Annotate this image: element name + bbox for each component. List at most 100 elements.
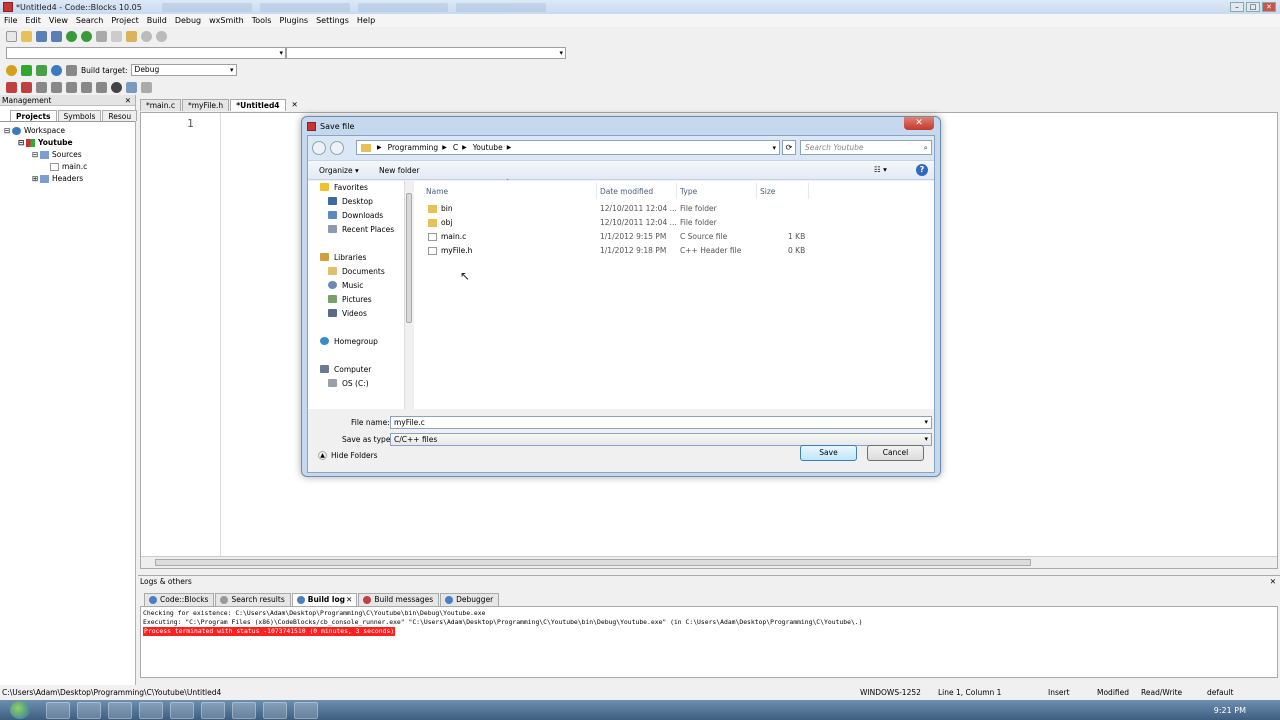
save-button[interactable]: Save (800, 445, 857, 461)
start-button[interactable] (10, 701, 30, 719)
chevron-down-icon[interactable]: ▾ (924, 417, 928, 428)
new-file-icon[interactable] (6, 30, 17, 42)
nav-favorites[interactable]: Favorites (320, 181, 368, 193)
rebuild-icon[interactable] (51, 64, 62, 76)
abort-icon[interactable] (66, 64, 77, 76)
save-all-icon[interactable] (51, 30, 62, 42)
chevron-down-icon[interactable]: ▾ (772, 144, 776, 152)
menu-settings[interactable]: Settings (316, 16, 349, 25)
refresh-button[interactable]: ⟳ (782, 140, 796, 155)
taskbar-app-icon[interactable] (108, 701, 132, 719)
menu-file[interactable]: File (4, 16, 17, 25)
menu-help[interactable]: Help (357, 16, 375, 25)
nav-downloads[interactable]: Downloads (328, 209, 383, 221)
nav-computer[interactable]: Computer (320, 363, 371, 375)
close-tab-icon[interactable]: ✕ (287, 99, 303, 111)
breadcrumb-programming[interactable]: Programming (388, 143, 439, 152)
organize-button[interactable]: Organize ▾ (319, 166, 359, 175)
tab-debugger[interactable]: Debugger (440, 593, 500, 606)
taskbar-app-icon[interactable] (139, 701, 163, 719)
menu-search[interactable]: Search (76, 16, 103, 25)
address-bar[interactable]: ▶ Programming ▶ C ▶ Youtube ▶ ▾ (356, 140, 780, 155)
minimize-button[interactable]: – (1230, 2, 1244, 12)
menu-edit[interactable]: Edit (25, 16, 41, 25)
column-header-type[interactable]: Type (680, 187, 697, 196)
menu-view[interactable]: View (49, 16, 68, 25)
scrollbar-thumb[interactable] (406, 193, 412, 323)
taskbar-app-icon[interactable] (263, 701, 287, 719)
nav-os-drive[interactable]: OS (C:) (328, 377, 369, 389)
column-header-name[interactable]: Name (426, 187, 448, 196)
build-and-run-icon[interactable] (36, 64, 47, 76)
file-row-obj[interactable]: obj 12/10/2011 12:04 ... File folder (414, 216, 934, 230)
tab-build-messages[interactable]: Build messages (358, 593, 440, 606)
nav-recent-places[interactable]: Recent Places (328, 223, 394, 235)
close-logs-icon[interactable]: ✕ (1270, 576, 1276, 587)
next-line-icon[interactable] (36, 81, 47, 93)
dialog-close-button[interactable]: ✕ (904, 117, 934, 130)
forward-button[interactable] (330, 141, 344, 155)
redo-icon[interactable] (81, 30, 92, 42)
run-icon[interactable] (21, 64, 32, 76)
nav-pictures[interactable]: Pictures (328, 293, 372, 305)
search-input[interactable]: Search Youtube ⌕ (800, 140, 932, 155)
hide-folders-toggle[interactable]: ▲ Hide Folders (318, 451, 378, 460)
file-name-input[interactable]: myFile.c ▾ (390, 416, 932, 429)
tree-sources-folder[interactable]: ⊟ Sources (4, 149, 135, 161)
find-icon[interactable] (141, 30, 152, 42)
tree-workspace[interactable]: ⊟ Workspace (4, 125, 135, 137)
undo-icon[interactable] (66, 30, 77, 42)
taskbar-explorer-icon[interactable] (46, 701, 70, 719)
nav-libraries[interactable]: Libraries (320, 251, 366, 263)
replace-icon[interactable] (156, 30, 167, 42)
navigation-pane-scrollbar[interactable] (404, 181, 412, 409)
taskbar-codeblocks-icon[interactable] (232, 701, 256, 719)
taskbar-skype-icon[interactable] (170, 701, 194, 719)
taskbar-app-icon[interactable] (294, 701, 318, 719)
copy-icon[interactable] (111, 30, 122, 42)
menu-build[interactable]: Build (147, 16, 167, 25)
tab-build-log[interactable]: Build log ✕ (291, 593, 358, 606)
breadcrumb-c[interactable]: C (453, 143, 458, 152)
various-info-icon[interactable] (141, 81, 152, 93)
taskbar-chrome-icon[interactable] (77, 701, 101, 719)
nav-videos[interactable]: Videos (328, 307, 367, 319)
run-to-cursor-icon[interactable] (21, 81, 32, 93)
cancel-button[interactable]: Cancel (867, 445, 924, 461)
open-file-icon[interactable] (21, 30, 32, 42)
file-row-bin[interactable]: bin 12/10/2011 12:04 ... File folder (414, 202, 934, 216)
menu-debug[interactable]: Debug (175, 16, 201, 25)
next-instruction-icon[interactable] (81, 81, 92, 93)
menu-wxsmith[interactable]: wxSmith (209, 16, 244, 25)
step-instruction-icon[interactable] (96, 81, 107, 93)
column-header-size[interactable]: Size (760, 187, 775, 196)
tab-symbols[interactable]: Symbols (57, 110, 102, 121)
chevron-down-icon[interactable]: ▾ (924, 434, 928, 445)
tab-resources[interactable]: Resou (102, 110, 138, 121)
nav-documents[interactable]: Documents (328, 265, 385, 277)
search-icon[interactable]: ⌕ (924, 141, 928, 154)
view-options-icon[interactable]: ☷ ▾ (874, 165, 887, 174)
tab-codeblocks-log[interactable]: Code::Blocks (144, 593, 215, 606)
cut-icon[interactable] (96, 30, 107, 42)
tree-headers-folder[interactable]: ⊞ Headers (4, 173, 135, 185)
nav-homegroup[interactable]: Homegroup (320, 335, 378, 347)
debug-windows-icon[interactable] (126, 81, 137, 93)
new-folder-button[interactable]: New folder (379, 166, 420, 175)
step-into-icon[interactable] (51, 81, 62, 93)
help-icon[interactable]: ? (916, 164, 928, 176)
debug-start-icon[interactable] (6, 81, 17, 93)
menu-plugins[interactable]: Plugins (279, 16, 308, 25)
tab-myfile-h[interactable]: *myFile.h (182, 99, 230, 111)
nav-music[interactable]: Music (328, 279, 363, 291)
scope-combo[interactable] (6, 47, 286, 59)
file-row-main-c[interactable]: main.c 1/1/2012 9:15 PM C Source file 1 … (414, 230, 934, 244)
close-window-button[interactable]: ✕ (1262, 2, 1276, 12)
editor-horizontal-scrollbar[interactable] (141, 556, 1277, 568)
tree-project[interactable]: ⊟ Youtube (4, 137, 135, 149)
maximize-button[interactable]: □ (1246, 2, 1260, 12)
tree-main-c[interactable]: main.c (4, 161, 135, 173)
step-out-icon[interactable] (66, 81, 77, 93)
build-target-select[interactable]: Debug (130, 64, 237, 76)
scrollbar-thumb[interactable] (155, 559, 1031, 566)
